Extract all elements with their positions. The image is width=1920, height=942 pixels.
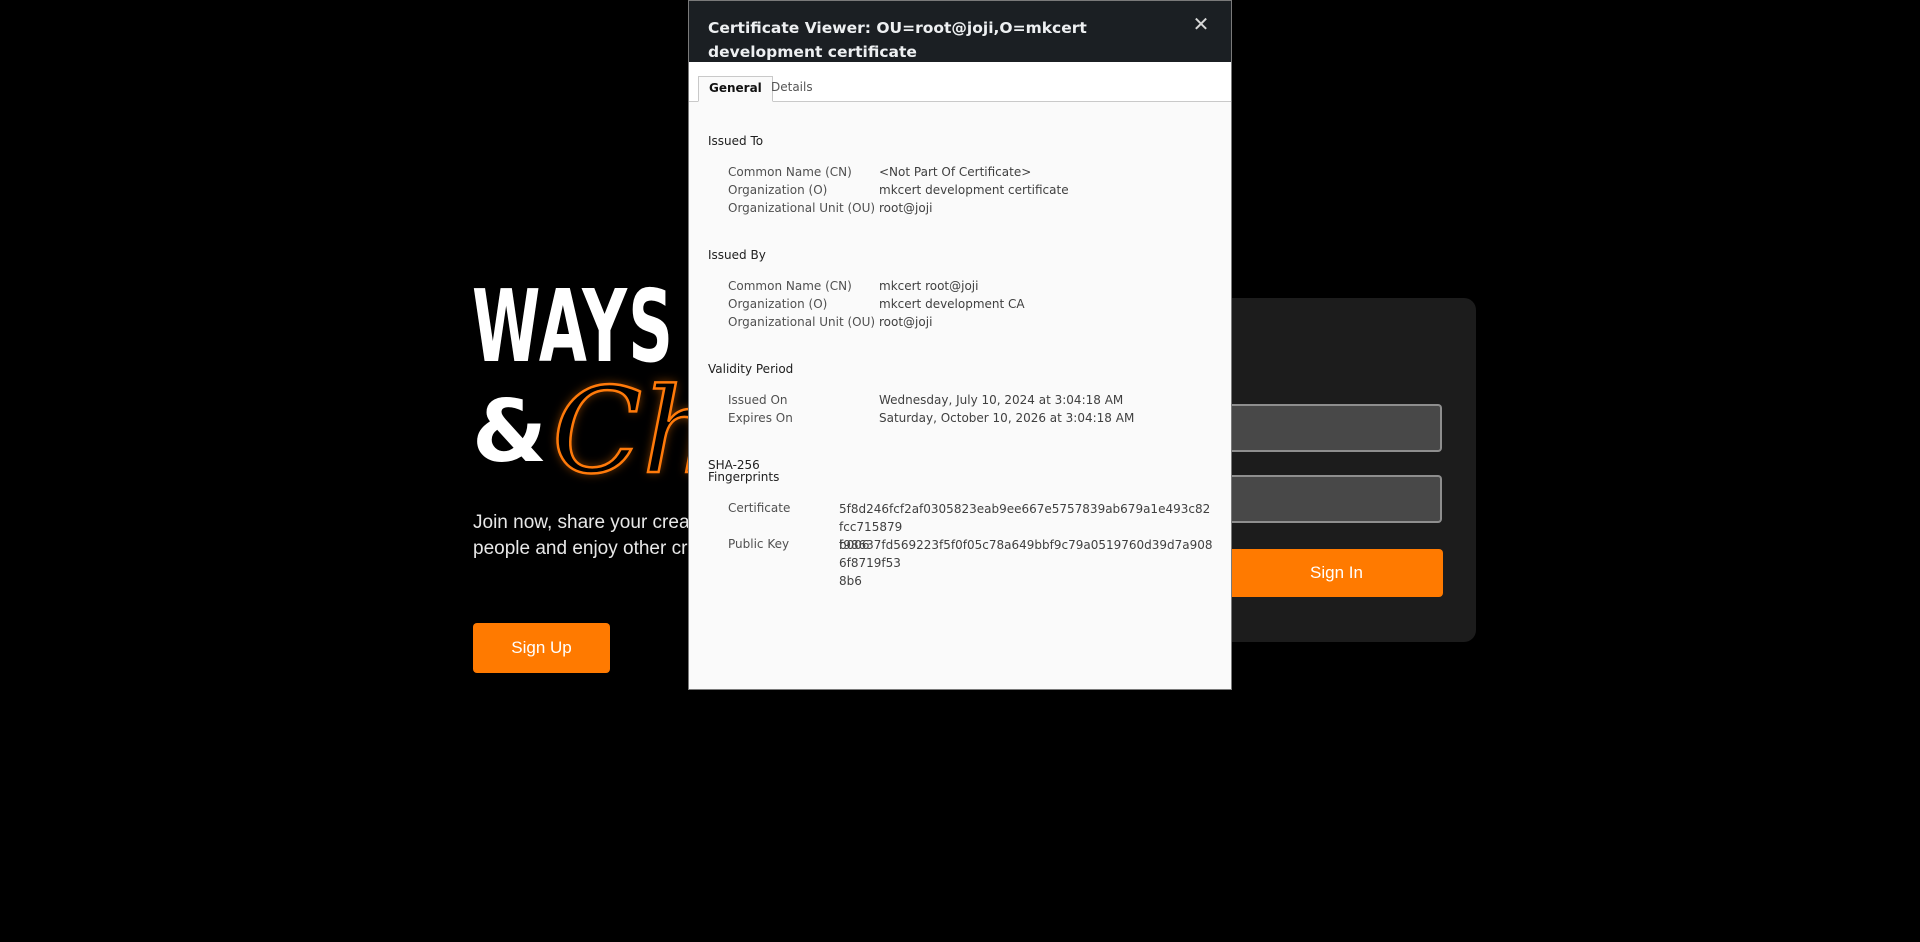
field-label: Organizational Unit (OU) [728,315,876,329]
field-value: mkcert development certificate [879,183,1069,197]
fingerprint-line: 8b6 [839,574,862,588]
signin-button[interactable]: Sign In [1230,549,1443,597]
field-label: Issued On [728,393,788,407]
fingerprint-line: f98637fd569223f5f0f05c78a649bbf9c79a0519… [839,538,1213,570]
section-issued-to: Issued To [708,134,764,148]
field-value: root@joji [879,201,933,215]
field-label: Organization (O) [728,297,828,311]
field-value: mkcert root@joji [879,279,979,293]
field-label: Certificate [728,501,791,515]
field-label: Common Name (CN) [728,165,852,179]
field-value: Wednesday, July 10, 2024 at 3:04:18 AM [879,393,1124,407]
section-validity-period: Validity Period [708,362,794,376]
tab-details[interactable]: Details [761,76,823,101]
dialog-header: Certificate Viewer: OU=root@joji,O=mkcer… [689,1,1231,62]
dialog-title: Certificate Viewer: OU=root@joji,O=mkcer… [708,19,1087,61]
close-icon[interactable]: ✕ [1189,13,1213,37]
field-label: Organization (O) [728,183,828,197]
section-fingerprints: SHA-256 Fingerprints [708,459,779,483]
signup-button[interactable]: Sign Up [473,623,610,673]
field-value: root@joji [879,315,933,329]
field-value: <Not Part Of Certificate> [879,165,1032,179]
password-input[interactable] [1200,475,1442,523]
field-label: Common Name (CN) [728,279,852,293]
field-label: Public Key [728,537,790,551]
hero-ampersand: & [472,382,547,482]
username-input[interactable] [1200,404,1442,452]
public-key-fingerprint: f98637fd569223f5f0f05c78a649bbf9c79a0519… [839,536,1213,590]
certificate-viewer-dialog: Certificate Viewer: OU=root@joji,O=mkcer… [688,0,1232,690]
field-label: Organizational Unit (OU) [728,201,876,215]
field-value: mkcert development CA [879,297,1025,311]
field-value: Saturday, October 10, 2026 at 3:04:18 AM [879,411,1135,425]
fingerprint-line: 5f8d246fcf2af0305823eab9ee667e5757839ab6… [839,502,1211,534]
tab-bar: General Details [689,62,1231,102]
section-title-line: Fingerprints [708,470,780,484]
section-issued-by: Issued By [708,248,766,262]
field-label: Expires On [728,411,793,425]
